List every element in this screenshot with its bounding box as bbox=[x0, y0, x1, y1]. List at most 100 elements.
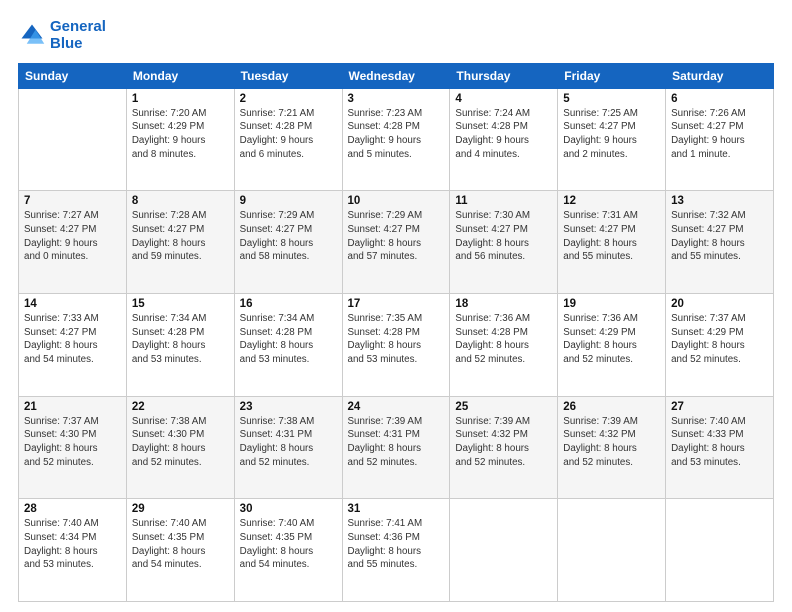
day-cell: 12 Sunrise: 7:31 AMSunset: 4:27 PMDayligh… bbox=[558, 191, 666, 294]
day-cell: 7 Sunrise: 7:27 AMSunset: 4:27 PMDaylight… bbox=[19, 191, 127, 294]
day-cell: 29 Sunrise: 7:40 AMSunset: 4:35 PMDayligh… bbox=[126, 499, 234, 602]
day-info: Sunrise: 7:32 AMSunset: 4:27 PMDaylight:… bbox=[671, 209, 768, 264]
day-cell: 8 Sunrise: 7:28 AMSunset: 4:27 PMDaylight… bbox=[126, 191, 234, 294]
day-cell bbox=[558, 499, 666, 602]
day-number: 2 bbox=[240, 93, 337, 105]
day-cell: 21 Sunrise: 7:37 AMSunset: 4:30 PMDayligh… bbox=[19, 396, 127, 499]
day-cell: 9 Sunrise: 7:29 AMSunset: 4:27 PMDaylight… bbox=[234, 191, 342, 294]
logo-text: General Blue bbox=[50, 18, 106, 53]
day-cell: 17 Sunrise: 7:35 AMSunset: 4:28 PMDayligh… bbox=[342, 293, 450, 396]
calendar-header: SundayMondayTuesdayWednesdayThursdayFrid… bbox=[19, 63, 774, 88]
page: General Blue SundayMondayTuesdayWednesda… bbox=[0, 0, 792, 612]
day-cell: 10 Sunrise: 7:29 AMSunset: 4:27 PMDayligh… bbox=[342, 191, 450, 294]
day-number: 18 bbox=[455, 298, 552, 310]
day-cell: 22 Sunrise: 7:38 AMSunset: 4:30 PMDayligh… bbox=[126, 396, 234, 499]
day-number: 16 bbox=[240, 298, 337, 310]
day-cell: 24 Sunrise: 7:39 AMSunset: 4:31 PMDayligh… bbox=[342, 396, 450, 499]
day-cell: 27 Sunrise: 7:40 AMSunset: 4:33 PMDayligh… bbox=[666, 396, 774, 499]
day-cell: 19Sunrise: 7:36 AMSunset: 4:29 PMDayligh… bbox=[558, 293, 666, 396]
header-cell-monday: Monday bbox=[126, 63, 234, 88]
header-cell-friday: Friday bbox=[558, 63, 666, 88]
day-info: Sunrise: 7:30 AMSunset: 4:27 PMDaylight:… bbox=[455, 209, 552, 264]
day-cell: 18Sunrise: 7:36 AMSunset: 4:28 PMDayligh… bbox=[450, 293, 558, 396]
header-cell-sunday: Sunday bbox=[19, 63, 127, 88]
day-info: Sunrise: 7:25 AMSunset: 4:27 PMDaylight:… bbox=[563, 107, 660, 162]
day-info: Sunrise: 7:29 AMSunset: 4:27 PMDaylight:… bbox=[240, 209, 337, 264]
day-info: Sunrise: 7:26 AMSunset: 4:27 PMDaylight:… bbox=[671, 107, 768, 162]
day-cell: 28Sunrise: 7:40 AMSunset: 4:34 PMDayligh… bbox=[19, 499, 127, 602]
day-cell: 4 Sunrise: 7:24 AMSunset: 4:28 PMDaylight… bbox=[450, 88, 558, 191]
week-row-4: 28Sunrise: 7:40 AMSunset: 4:34 PMDayligh… bbox=[19, 499, 774, 602]
day-cell: 2 Sunrise: 7:21 AMSunset: 4:28 PMDaylight… bbox=[234, 88, 342, 191]
day-info: Sunrise: 7:34 AMSunset: 4:28 PMDaylight:… bbox=[240, 312, 337, 367]
day-info: Sunrise: 7:37 AMSunset: 4:30 PMDaylight:… bbox=[24, 415, 121, 470]
day-info: Sunrise: 7:40 AMSunset: 4:35 PMDaylight:… bbox=[132, 517, 229, 572]
day-info: Sunrise: 7:33 AMSunset: 4:27 PMDaylight:… bbox=[24, 312, 121, 367]
day-info: Sunrise: 7:29 AMSunset: 4:27 PMDaylight:… bbox=[348, 209, 445, 264]
day-cell: 16 Sunrise: 7:34 AMSunset: 4:28 PMDayligh… bbox=[234, 293, 342, 396]
day-cell: 13Sunrise: 7:32 AMSunset: 4:27 PMDayligh… bbox=[666, 191, 774, 294]
day-cell: 15Sunrise: 7:34 AMSunset: 4:28 PMDayligh… bbox=[126, 293, 234, 396]
day-cell: 11 Sunrise: 7:30 AMSunset: 4:27 PMDayligh… bbox=[450, 191, 558, 294]
day-info: Sunrise: 7:41 AMSunset: 4:36 PMDaylight:… bbox=[348, 517, 445, 572]
day-cell bbox=[666, 499, 774, 602]
header-row: SundayMondayTuesdayWednesdayThursdayFrid… bbox=[19, 63, 774, 88]
day-info: Sunrise: 7:35 AMSunset: 4:28 PMDaylight:… bbox=[348, 312, 445, 367]
day-number: 26 bbox=[563, 401, 660, 413]
header-cell-tuesday: Tuesday bbox=[234, 63, 342, 88]
day-info: Sunrise: 7:21 AMSunset: 4:28 PMDaylight:… bbox=[240, 107, 337, 162]
day-number: 3 bbox=[348, 93, 445, 105]
day-cell: 25 Sunrise: 7:39 AMSunset: 4:32 PMDayligh… bbox=[450, 396, 558, 499]
header-cell-saturday: Saturday bbox=[666, 63, 774, 88]
day-cell: 20Sunrise: 7:37 AMSunset: 4:29 PMDayligh… bbox=[666, 293, 774, 396]
day-info: Sunrise: 7:31 AMSunset: 4:27 PMDaylight:… bbox=[563, 209, 660, 264]
day-info: Sunrise: 7:39 AMSunset: 4:31 PMDaylight:… bbox=[348, 415, 445, 470]
day-info: Sunrise: 7:23 AMSunset: 4:28 PMDaylight:… bbox=[348, 107, 445, 162]
day-number: 31 bbox=[348, 503, 445, 515]
day-info: Sunrise: 7:38 AMSunset: 4:30 PMDaylight:… bbox=[132, 415, 229, 470]
day-number: 30 bbox=[240, 503, 337, 515]
day-number: 25 bbox=[455, 401, 552, 413]
day-cell: 14 Sunrise: 7:33 AMSunset: 4:27 PMDayligh… bbox=[19, 293, 127, 396]
day-number: 14 bbox=[24, 298, 121, 310]
day-number: 24 bbox=[348, 401, 445, 413]
day-cell: 1 Sunrise: 7:20 AMSunset: 4:29 PMDaylight… bbox=[126, 88, 234, 191]
day-info: Sunrise: 7:24 AMSunset: 4:28 PMDaylight:… bbox=[455, 107, 552, 162]
day-number: 11 bbox=[455, 195, 552, 207]
week-row-0: 1 Sunrise: 7:20 AMSunset: 4:29 PMDaylight… bbox=[19, 88, 774, 191]
day-number: 23 bbox=[240, 401, 337, 413]
day-number: 9 bbox=[240, 195, 337, 207]
logo-icon bbox=[18, 21, 46, 49]
day-cell: 30 Sunrise: 7:40 AMSunset: 4:35 PMDayligh… bbox=[234, 499, 342, 602]
day-info: Sunrise: 7:40 AMSunset: 4:35 PMDaylight:… bbox=[240, 517, 337, 572]
day-number: 27 bbox=[671, 401, 768, 413]
day-number: 1 bbox=[132, 93, 229, 105]
day-number: 19 bbox=[563, 298, 660, 310]
day-number: 8 bbox=[132, 195, 229, 207]
day-info: Sunrise: 7:20 AMSunset: 4:29 PMDaylight:… bbox=[132, 107, 229, 162]
week-row-2: 14 Sunrise: 7:33 AMSunset: 4:27 PMDayligh… bbox=[19, 293, 774, 396]
day-number: 7 bbox=[24, 195, 121, 207]
calendar-table: SundayMondayTuesdayWednesdayThursdayFrid… bbox=[18, 63, 774, 603]
day-info: Sunrise: 7:34 AMSunset: 4:28 PMDaylight:… bbox=[132, 312, 229, 367]
day-cell: 31 Sunrise: 7:41 AMSunset: 4:36 PMDayligh… bbox=[342, 499, 450, 602]
day-info: Sunrise: 7:27 AMSunset: 4:27 PMDaylight:… bbox=[24, 209, 121, 264]
day-info: Sunrise: 7:28 AMSunset: 4:27 PMDaylight:… bbox=[132, 209, 229, 264]
day-info: Sunrise: 7:38 AMSunset: 4:31 PMDaylight:… bbox=[240, 415, 337, 470]
day-number: 22 bbox=[132, 401, 229, 413]
day-cell: 6 Sunrise: 7:26 AMSunset: 4:27 PMDaylight… bbox=[666, 88, 774, 191]
day-number: 6 bbox=[671, 93, 768, 105]
day-cell: 3 Sunrise: 7:23 AMSunset: 4:28 PMDaylight… bbox=[342, 88, 450, 191]
day-number: 29 bbox=[132, 503, 229, 515]
day-number: 12 bbox=[563, 195, 660, 207]
day-number: 10 bbox=[348, 195, 445, 207]
day-info: Sunrise: 7:40 AMSunset: 4:33 PMDaylight:… bbox=[671, 415, 768, 470]
week-row-1: 7 Sunrise: 7:27 AMSunset: 4:27 PMDaylight… bbox=[19, 191, 774, 294]
day-number: 28 bbox=[24, 503, 121, 515]
day-cell bbox=[19, 88, 127, 191]
day-number: 21 bbox=[24, 401, 121, 413]
day-number: 17 bbox=[348, 298, 445, 310]
day-number: 5 bbox=[563, 93, 660, 105]
day-info: Sunrise: 7:39 AMSunset: 4:32 PMDaylight:… bbox=[455, 415, 552, 470]
day-number: 4 bbox=[455, 93, 552, 105]
